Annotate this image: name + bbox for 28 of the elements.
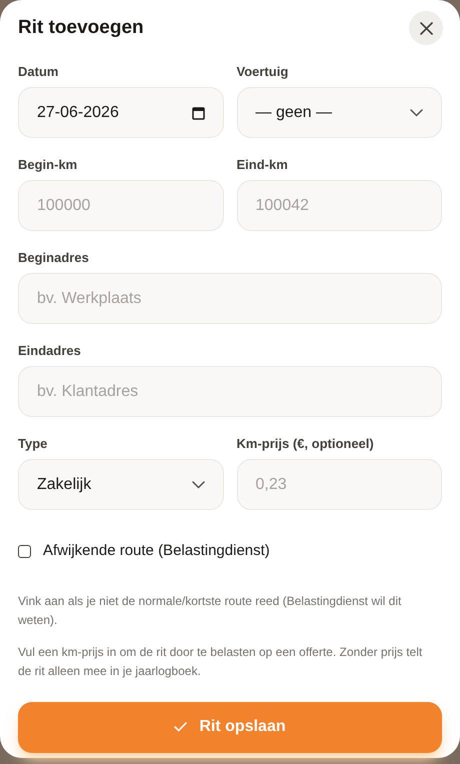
help-text: Vink aan als je niet de normale/kortste route reed (Belastingdienst wil dit weten).	[18, 592, 402, 628]
dialog-title: Rit toevoegen	[18, 16, 144, 40]
dropdown[interactable]: Zakelijk	[18, 459, 224, 510]
field-label: Datum	[18, 64, 60, 80]
checkbox[interactable]	[18, 544, 31, 558]
chevron-down-icon	[410, 108, 423, 116]
date-field[interactable]: 27-06-2026	[18, 87, 224, 138]
field-label: Eindadres	[18, 343, 82, 359]
input-field[interactable]: 0,23	[236, 459, 442, 510]
field-label: Eind-km	[236, 157, 289, 173]
close-button[interactable]	[409, 11, 443, 45]
field-label: Km-prijs (€, optioneel)	[236, 436, 375, 452]
calendar-icon	[192, 106, 204, 120]
save-button[interactable]: Rit opslaan	[18, 702, 442, 752]
checkbox-label: Afwijkende route (Belastingdienst)	[43, 541, 270, 561]
field-label: Begin-km	[18, 157, 78, 173]
chevron-down-icon	[192, 480, 204, 488]
help-text: Vul een km-prijs in om de rit door te belasten op een offerte. Zonder prijs telt de rit alleen mee in je jaarlogboek.	[18, 644, 424, 680]
check-icon	[174, 722, 188, 732]
input-field[interactable]: 100000	[18, 180, 224, 231]
input-field[interactable]: 100042	[236, 180, 442, 231]
input-field[interactable]: bv. Werkplaats	[18, 273, 442, 324]
field-label: Type	[18, 436, 48, 452]
dropdown[interactable]: — geen —	[236, 87, 442, 138]
input-field[interactable]: bv. Klantadres	[18, 366, 442, 417]
close-icon	[420, 22, 432, 34]
field-label: Voertuig	[236, 64, 290, 80]
field-label: Beginadres	[18, 250, 90, 266]
